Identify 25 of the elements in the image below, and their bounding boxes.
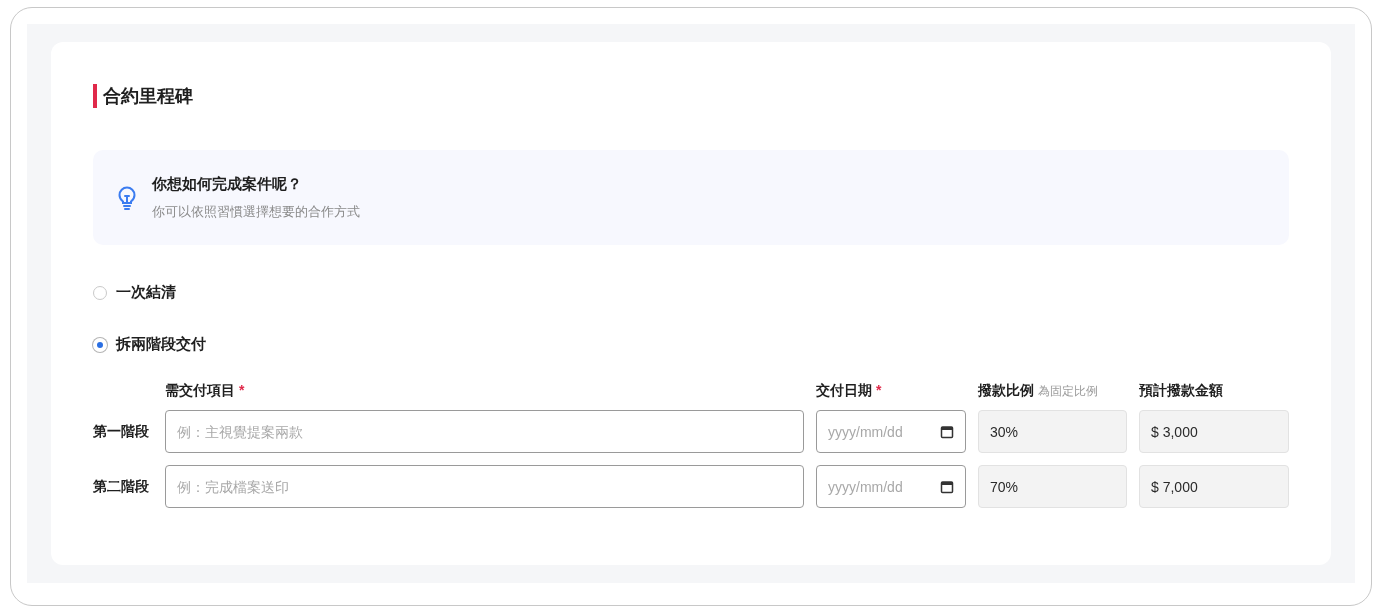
required-mark: * [876, 382, 882, 398]
stage-label: 第一階段 [93, 422, 150, 441]
column-label: 撥款比例 [978, 382, 1034, 400]
stage-label: 第二階段 [93, 477, 150, 496]
column-label: 需交付項目 [165, 382, 235, 400]
calendar-icon[interactable] [940, 424, 954, 439]
amount-field: $ 3,000 [1139, 410, 1289, 453]
item-input-field[interactable]: 例：完成檔案送印 [165, 465, 804, 508]
calendar-icon[interactable] [940, 479, 954, 494]
ratio-field: 70% [978, 465, 1127, 508]
radio-option[interactable]: 一次結清 [93, 283, 176, 302]
column-label: 交付日期 [816, 382, 872, 400]
radio-option[interactable]: 拆兩階段交付 [93, 335, 206, 354]
radio-button[interactable] [93, 285, 107, 300]
lightbulb-icon [118, 185, 136, 210]
title-accent-bar [93, 84, 97, 108]
required-mark: * [239, 382, 245, 398]
tip-title: 你想如何完成案件呢？ [152, 174, 303, 194]
section-title: 合約里程碑 [103, 85, 193, 108]
column-label: 預計撥款金額 [1139, 382, 1223, 400]
item-input-field[interactable]: 例：主視覺提案兩款 [165, 410, 804, 453]
column-note: 為固定比例 [1038, 383, 1098, 400]
amount-field: $ 7,000 [1139, 465, 1289, 508]
ratio-field: 30% [978, 410, 1127, 453]
tip-description: 你可以依照習慣選擇想要的合作方式 [152, 202, 360, 221]
